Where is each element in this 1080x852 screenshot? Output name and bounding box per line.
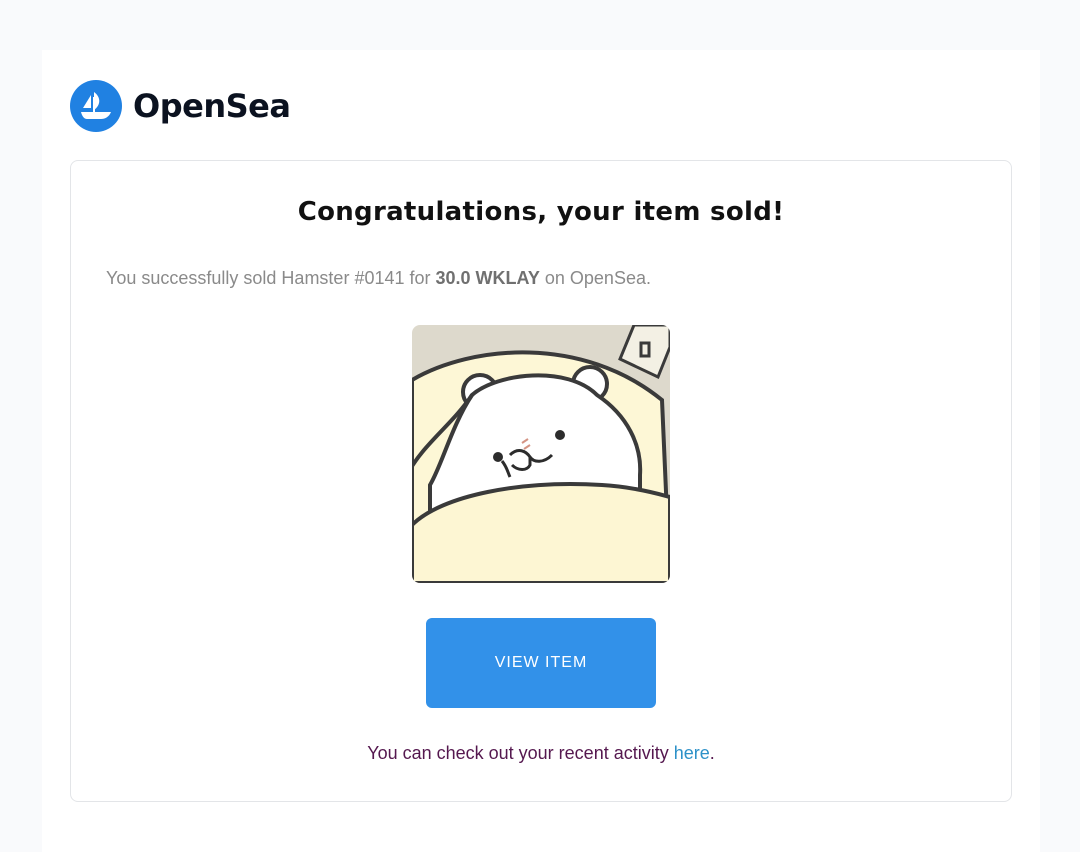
activity-suffix: . bbox=[709, 743, 715, 763]
item-image[interactable] bbox=[412, 325, 670, 583]
brand-name: OpenSea bbox=[133, 87, 291, 125]
sale-amount: 30.0 WKLAY bbox=[435, 268, 540, 288]
brand-header[interactable]: OpenSea bbox=[70, 80, 291, 132]
sale-message: You successfully sold Hamster #0141 for … bbox=[106, 268, 651, 289]
message-prefix: You successfully sold Hamster #0141 for bbox=[106, 268, 436, 288]
headline: Congratulations, your item sold! bbox=[297, 197, 785, 227]
opensea-logo-icon bbox=[70, 80, 122, 132]
activity-note: You can check out your recent activity h… bbox=[71, 743, 1011, 764]
view-item-button[interactable]: VIEW ITEM bbox=[426, 618, 656, 708]
activity-prefix: You can check out your recent activity bbox=[367, 743, 674, 763]
activity-link[interactable]: here bbox=[674, 743, 710, 763]
sale-card: Congratulations, your item sold! You suc… bbox=[70, 160, 1012, 802]
email-page: OpenSea Congratulations, your item sold!… bbox=[42, 50, 1040, 852]
message-suffix: on OpenSea. bbox=[539, 268, 651, 288]
